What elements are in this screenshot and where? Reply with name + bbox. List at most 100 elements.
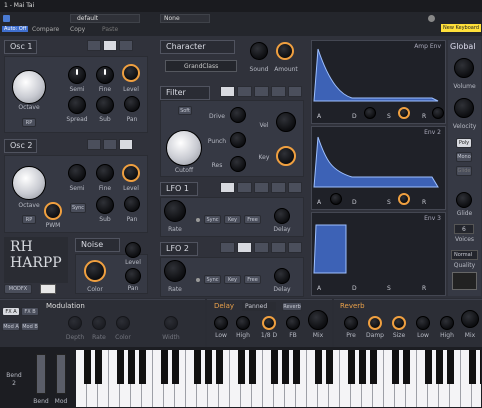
black-key[interactable]	[358, 350, 366, 384]
volume-knob[interactable]	[454, 58, 474, 78]
piano-keyboard[interactable]	[76, 350, 481, 407]
keyboard-button[interactable]: New Keyboard	[441, 24, 481, 32]
black-key[interactable]	[402, 350, 410, 384]
reverb-mix-knob[interactable]	[461, 310, 479, 328]
osc2-rp-button[interactable]: RP	[22, 215, 36, 224]
black-key[interactable]	[127, 350, 135, 384]
black-key[interactable]	[424, 350, 432, 384]
lfo1-delay-knob[interactable]	[274, 208, 290, 224]
filter-drive-knob[interactable]	[230, 107, 246, 123]
sine-wave-button[interactable]	[220, 242, 235, 253]
square-wave-button[interactable]	[119, 139, 133, 150]
lfo2-delay-knob[interactable]	[274, 268, 290, 284]
black-key[interactable]	[446, 350, 454, 384]
square-wave-button[interactable]	[119, 40, 133, 51]
sine-wave-button[interactable]	[220, 182, 235, 193]
paste-button[interactable]: Paste	[102, 26, 118, 33]
mod-color-knob[interactable]	[116, 316, 130, 330]
black-key[interactable]	[248, 350, 256, 384]
black-key[interactable]	[479, 350, 481, 384]
black-key[interactable]	[347, 350, 355, 384]
highpass-button[interactable]	[271, 86, 286, 97]
quality-dropdown[interactable]: Normal	[451, 250, 478, 260]
amp-env-r-knob[interactable]	[432, 107, 444, 119]
osc1-pan-knob[interactable]	[124, 96, 140, 112]
black-key[interactable]	[160, 350, 168, 384]
midi-channel-dropdown[interactable]: None	[160, 14, 210, 23]
delay-time-knob[interactable]	[262, 316, 276, 330]
modfx-button[interactable]: MODFX	[4, 284, 32, 294]
keyboard-icon[interactable]	[40, 284, 56, 294]
preset-dropdown[interactable]: default	[70, 14, 140, 23]
mod-wheel[interactable]	[56, 354, 66, 394]
reverb-damp-knob[interactable]	[368, 316, 382, 330]
amp-env-s-knob[interactable]	[398, 107, 410, 119]
filter-soft-button[interactable]: Soft	[178, 106, 192, 115]
osc1-rp-button[interactable]: RP	[22, 118, 36, 127]
lfo1-free-button[interactable]: Free	[244, 215, 261, 224]
mod-rate-knob[interactable]	[92, 316, 106, 330]
delay-fb-knob[interactable]	[286, 316, 300, 330]
mod-width-knob[interactable]	[164, 316, 178, 330]
black-key[interactable]	[281, 350, 289, 384]
filter-vel-knob[interactable]	[276, 112, 296, 132]
delay-mix-knob[interactable]	[308, 310, 328, 330]
black-key[interactable]	[270, 350, 278, 384]
triangle-wave-button[interactable]	[254, 242, 269, 253]
poly-button[interactable]: Poly	[456, 138, 472, 148]
osc2-pwm-knob[interactable]	[44, 202, 62, 220]
glide-knob[interactable]	[456, 192, 472, 208]
character-amount-knob[interactable]	[276, 42, 294, 60]
black-key[interactable]	[237, 350, 245, 384]
saw-wave-button[interactable]	[237, 242, 252, 253]
lfo2-sync-button[interactable]: Sync	[204, 275, 221, 284]
random-wave-button[interactable]	[288, 182, 302, 193]
black-key[interactable]	[193, 350, 201, 384]
triangle-wave-button[interactable]	[254, 182, 269, 193]
black-key[interactable]	[435, 350, 443, 384]
osc2-octave-knob[interactable]	[12, 166, 46, 200]
osc2-sync-button[interactable]: Sync	[70, 203, 86, 213]
noise-color-knob[interactable]	[84, 260, 106, 282]
square-wave-button[interactable]	[271, 242, 286, 253]
osc1-octave-knob[interactable]	[12, 70, 46, 104]
lfo2-rate-knob[interactable]	[164, 260, 186, 282]
notch-button[interactable]	[254, 86, 269, 97]
filter-punch-knob[interactable]	[230, 132, 246, 148]
black-key[interactable]	[325, 350, 333, 384]
compare-button[interactable]: Compare	[32, 26, 59, 33]
black-key[interactable]	[204, 350, 212, 384]
fx-a-button[interactable]: FX A	[2, 307, 20, 316]
env2-a-knob[interactable]	[330, 193, 342, 205]
reverb-low-knob[interactable]	[416, 316, 430, 330]
black-key[interactable]	[171, 350, 179, 384]
amp-env-d-knob[interactable]	[364, 107, 376, 119]
bandpass-button[interactable]	[237, 86, 252, 97]
osc2-fine-knob[interactable]	[96, 164, 114, 182]
sine-wave-button[interactable]	[87, 40, 101, 51]
osc2-pan-knob[interactable]	[124, 196, 140, 212]
lowpass-button[interactable]	[220, 86, 235, 97]
filter-cutoff-knob[interactable]	[166, 130, 202, 166]
reverb-pre-knob[interactable]	[344, 316, 358, 330]
saw-wave-button[interactable]	[103, 139, 117, 150]
character-sound-knob[interactable]	[250, 42, 268, 60]
power-icon[interactable]	[3, 15, 10, 22]
reverb-high-knob[interactable]	[440, 316, 454, 330]
peak-button[interactable]	[288, 86, 302, 97]
black-key[interactable]	[391, 350, 399, 384]
noise-pan-knob[interactable]	[125, 268, 141, 284]
delay-reverb-button[interactable]: Reverb	[282, 302, 302, 311]
mod-a-button[interactable]: Mod A	[2, 322, 20, 331]
settings-icon[interactable]	[428, 15, 435, 22]
black-key[interactable]	[292, 350, 300, 384]
osc2-sub-knob[interactable]	[96, 196, 114, 214]
noise-level-knob[interactable]	[125, 242, 141, 258]
delay-high-knob[interactable]	[236, 316, 250, 330]
osc1-fine-knob[interactable]	[96, 66, 114, 84]
reverb-size-knob[interactable]	[392, 316, 406, 330]
copy-button[interactable]: Copy	[70, 26, 85, 33]
black-key[interactable]	[468, 350, 476, 384]
voices-field[interactable]: 6	[454, 224, 474, 234]
mono-button[interactable]: Mono	[456, 152, 472, 162]
